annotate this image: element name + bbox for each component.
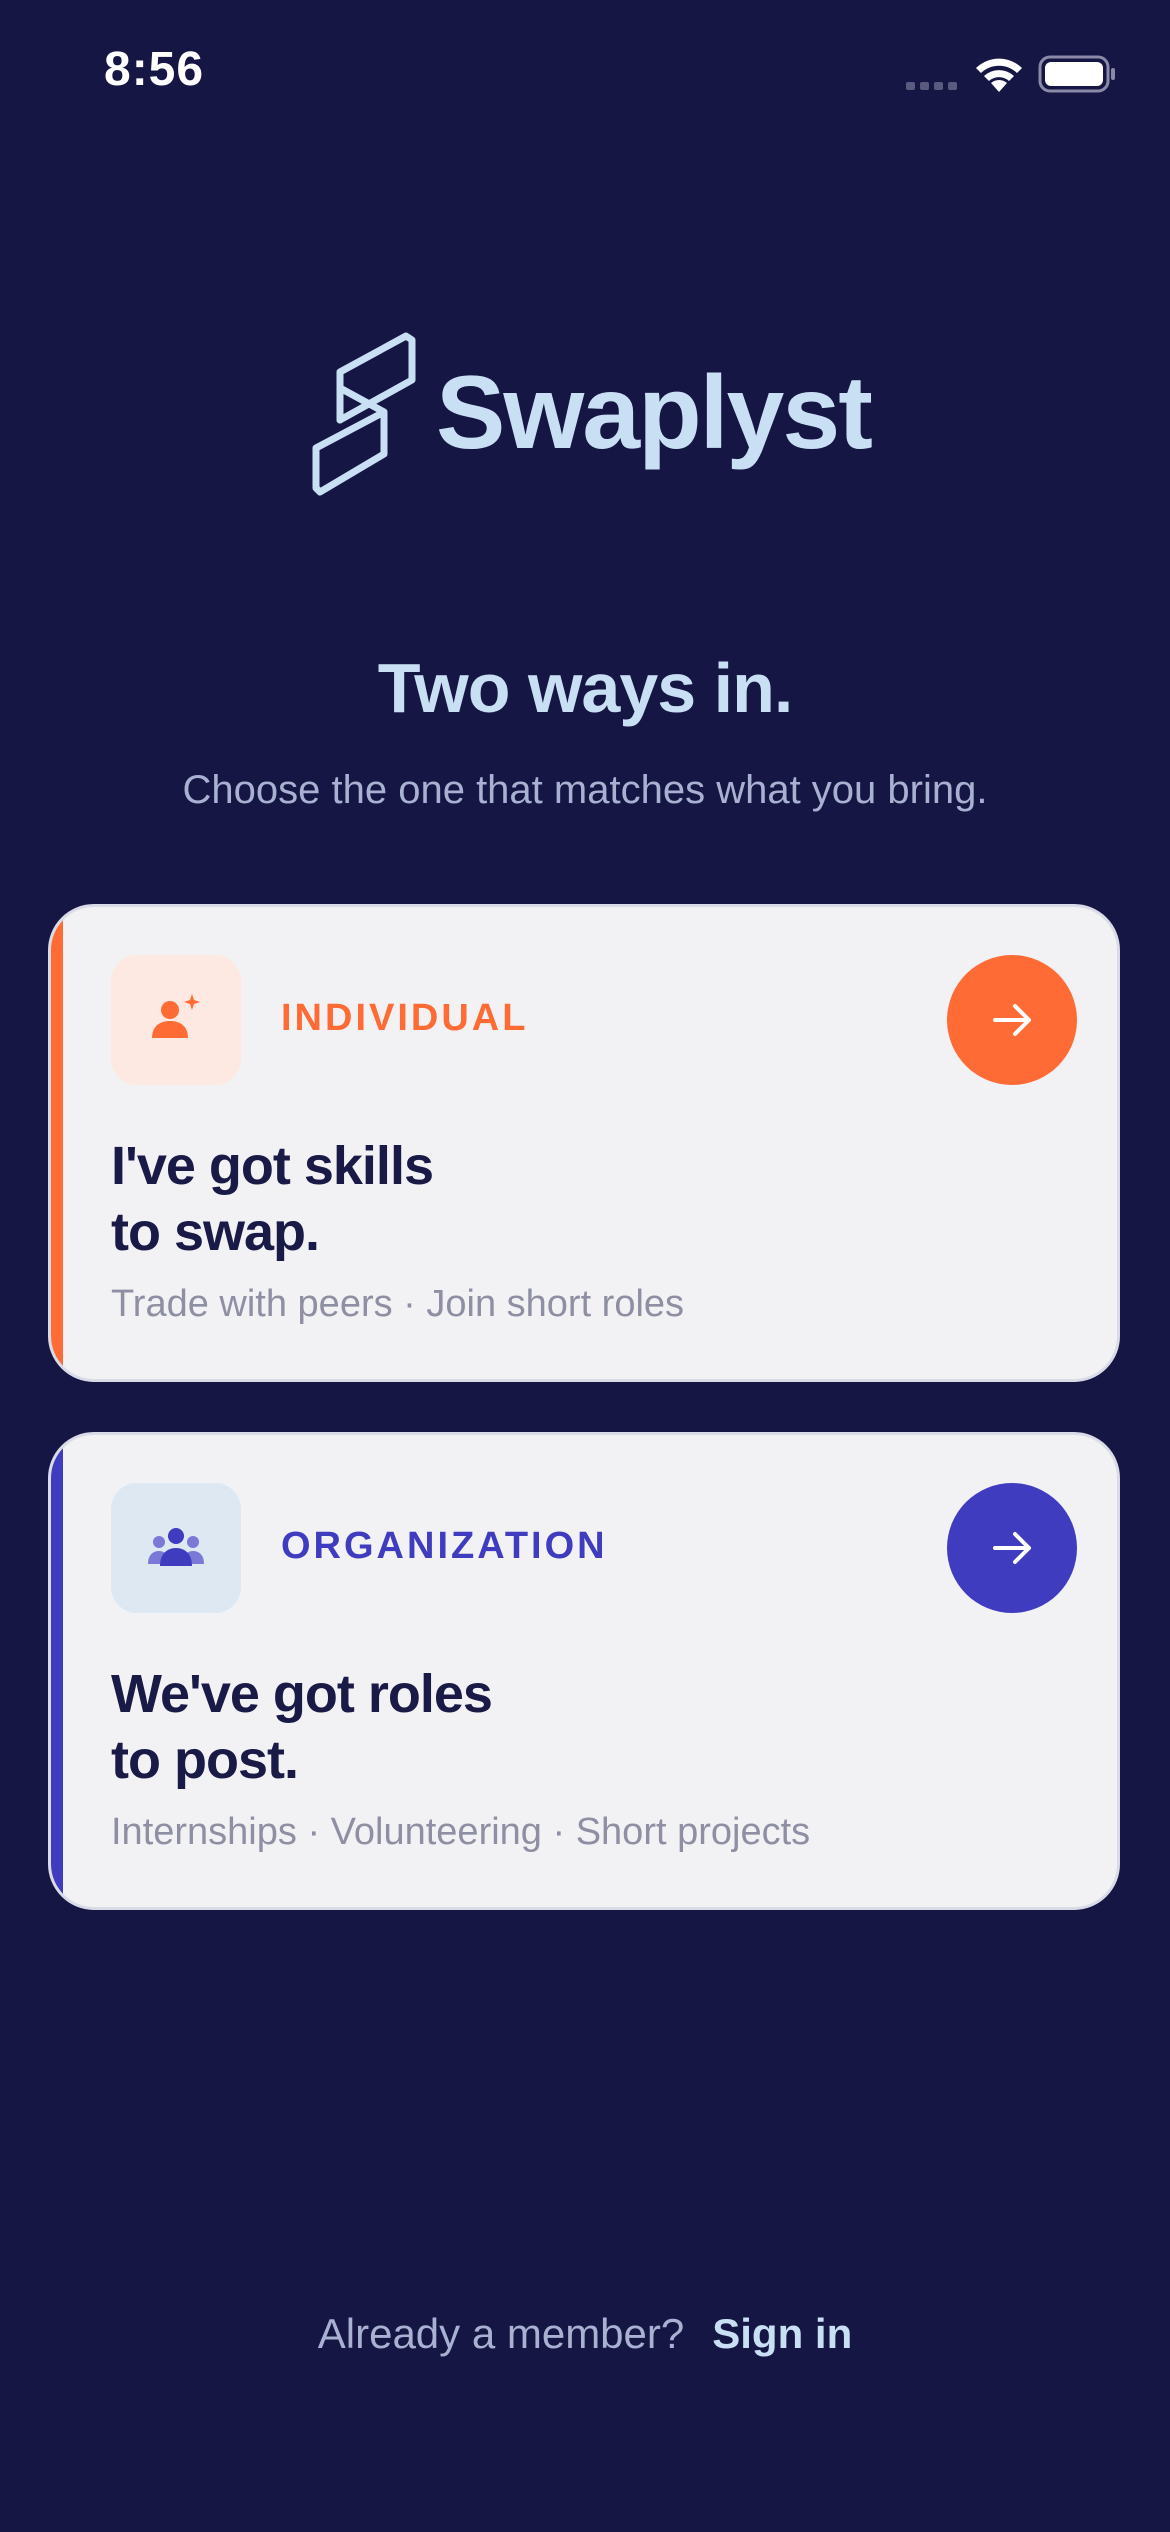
page-title: Two ways in. bbox=[377, 649, 794, 727]
battery-icon bbox=[1038, 55, 1115, 93]
card-title-line: We've got roles bbox=[111, 1664, 493, 1724]
card-accent-bar bbox=[51, 1435, 63, 1907]
person-sparkle-icon bbox=[152, 994, 200, 1038]
card-tag: INDIVIDUAL bbox=[281, 997, 529, 1039]
brand-logo: Swaplyst bbox=[312, 330, 873, 500]
status-bar: 8:56 bbox=[0, 0, 1170, 150]
status-time: 8:56 bbox=[104, 43, 205, 96]
card-icon-box bbox=[111, 955, 241, 1085]
swaplyst-logo-icon bbox=[312, 332, 416, 496]
card-description: Internships · Volunteering · Short proje… bbox=[111, 1811, 811, 1853]
card-tag: ORGANIZATION bbox=[281, 1525, 608, 1567]
card-title-line: I've got skills bbox=[111, 1136, 434, 1196]
card-icon-box bbox=[111, 1483, 241, 1613]
card-description: Trade with peers · Join short roles bbox=[111, 1283, 685, 1325]
card-title-line: to post. bbox=[111, 1730, 299, 1790]
arrow-right-icon bbox=[993, 1532, 1031, 1564]
organization-option-card[interactable]: ORGANIZATION We've got roles to post. In… bbox=[48, 1432, 1120, 1910]
card-title: We've got roles to post. bbox=[111, 1661, 493, 1793]
individual-continue-button[interactable] bbox=[947, 955, 1077, 1085]
arrow-right-icon bbox=[993, 1004, 1031, 1036]
group-icon bbox=[148, 1528, 204, 1566]
wifi-icon bbox=[976, 58, 1022, 92]
brand-name: Swaplyst bbox=[436, 355, 873, 471]
role-selection-screen: 8:56 Swaplyst Two ways in. Choose the on… bbox=[0, 0, 1170, 2532]
member-prompt: Already a member? bbox=[317, 2310, 685, 2357]
sign-in-footer: Already a member? Sign in bbox=[0, 2310, 1170, 2358]
organization-continue-button[interactable] bbox=[947, 1483, 1077, 1613]
signal-icon bbox=[906, 82, 957, 90]
sign-in-link[interactable]: Sign in bbox=[712, 2310, 852, 2357]
card-title-line: to swap. bbox=[111, 1202, 320, 1262]
page-subtitle: Choose the one that matches what you bri… bbox=[182, 768, 988, 812]
individual-option-card[interactable]: INDIVIDUAL I've got skills to swap. Trad… bbox=[48, 904, 1120, 1382]
card-title: I've got skills to swap. bbox=[111, 1133, 434, 1265]
card-accent-bar bbox=[51, 907, 63, 1379]
